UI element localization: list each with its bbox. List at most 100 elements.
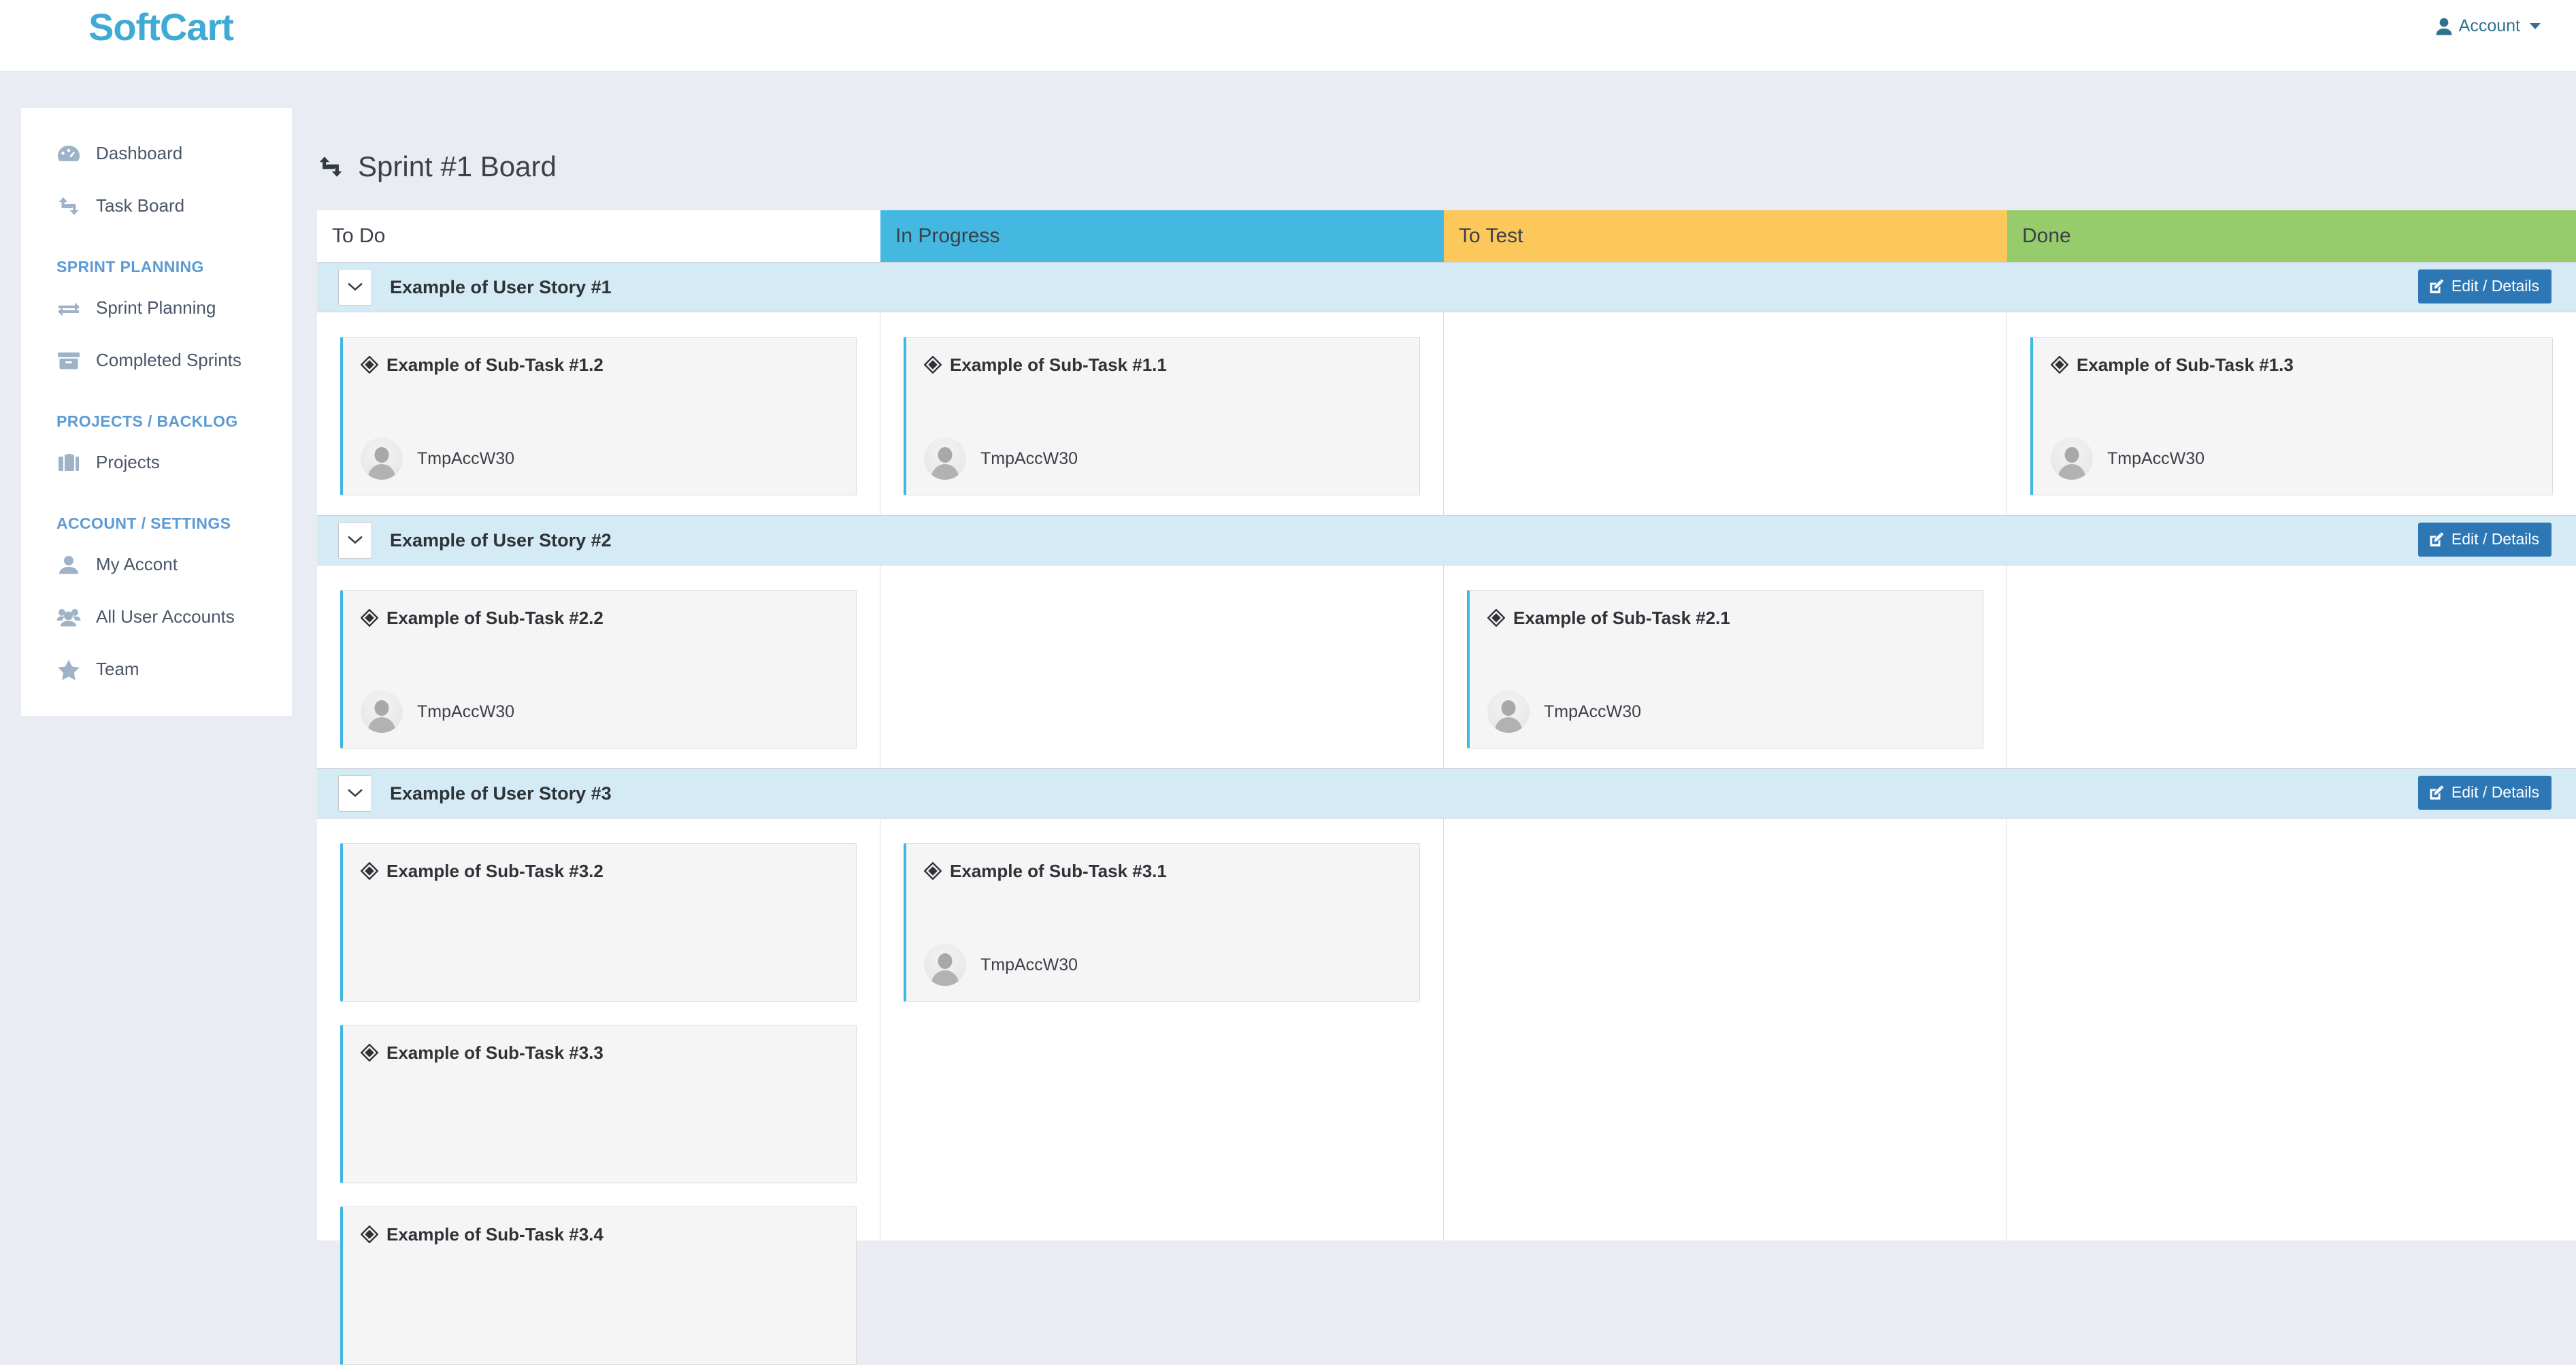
task-card[interactable]: Example of Sub-Task #3.2 [340,843,857,1002]
sidebar-item-task-board[interactable]: Task Board [21,180,292,232]
swimlane-done[interactable]: Example of Sub-Task #1.3 TmpAccW30 [2007,312,2576,515]
sidebar-section-title: ACCOUNT / SETTINGS [56,514,231,532]
swimlane-in-progress[interactable]: Example of Sub-Task #1.1 TmpAccW30 [880,312,1444,515]
task-card[interactable]: Example of Sub-Task #1.1 TmpAccW30 [904,337,1420,495]
swimlane-to-test[interactable] [1444,312,2007,515]
sidebar-item-completed-sprints[interactable]: Completed Sprints [21,334,292,387]
task-card[interactable]: Example of Sub-Task #3.3 [340,1025,857,1183]
pencil-square-icon [2429,785,2444,800]
tag-icon [2051,356,2068,374]
account-label: Account [2458,16,2520,35]
sidebar: Dashboard Task Board SPRINT PLANNING Spr… [21,108,292,716]
column-header-todo[interactable]: To Do [317,210,880,262]
task-card-title: Example of Sub-Task #3.1 [924,861,1402,881]
task-card-title: Example of Sub-Task #3.2 [361,861,838,881]
sidebar-item-label: Dashboard [96,143,183,163]
task-card[interactable]: Example of Sub-Task #2.2 TmpAccW30 [340,590,857,749]
edit-details-label: Edit / Details [2451,530,2539,548]
card-spacer [2051,375,2534,438]
card-spacer [924,881,1402,944]
task-card-title: Example of Sub-Task #2.1 [1487,608,1965,628]
story-title: Example of User Story #3 [390,783,612,804]
sidebar-item-dashboard[interactable]: Dashboard [21,127,292,180]
user-icon [2436,18,2452,35]
task-card-title: Example of Sub-Task #3.4 [361,1225,838,1245]
collapse-toggle-button[interactable] [338,775,372,812]
sidebar-item-all-user-accounts[interactable]: All User Accounts [21,591,292,643]
edit-details-button[interactable]: Edit / Details [2417,776,2552,810]
task-card[interactable]: Example of Sub-Task #1.3 TmpAccW30 [2030,337,2553,495]
avatar [2051,438,2093,480]
page-title-text: Sprint #1 Board [358,150,557,182]
sidebar-item-label: Task Board [96,195,185,216]
tag-icon [361,862,378,881]
story-header: Example of User Story #2 Edit / Details [317,515,2576,565]
account-menu[interactable]: Account [2436,16,2541,36]
column-header-to-test[interactable]: To Test [1444,210,2007,262]
pencil-square-icon [2429,279,2444,294]
sidebar-item-my-account[interactable]: My Accont [21,538,292,591]
edit-details-label: Edit / Details [2451,783,2539,801]
pencil-square-icon [2429,532,2444,547]
card-spacer [1487,628,1965,691]
task-card-title: Example of Sub-Task #3.3 [361,1043,838,1063]
collapse-toggle-button[interactable] [338,522,372,559]
avatar [1487,691,1530,733]
task-assignee: TmpAccW30 [924,438,1402,480]
swimlane-to-test[interactable]: Example of Sub-Task #2.1 TmpAccW30 [1444,565,2007,768]
sidebar-item-label: My Accont [96,554,178,574]
task-card[interactable]: Example of Sub-Task #3.4 [340,1206,857,1365]
swimlane-todo[interactable]: Example of Sub-Task #2.2 TmpAccW30 [317,565,880,768]
sidebar-item-label: Completed Sprints [96,350,242,370]
brand-logo[interactable]: SoftCart [88,5,234,49]
column-header-in-progress[interactable]: In Progress [880,210,1444,262]
edit-details-button[interactable]: Edit / Details [2417,269,2552,303]
task-card[interactable]: Example of Sub-Task #2.1 TmpAccW30 [1467,590,1983,749]
swimlane-done[interactable] [2007,565,2576,768]
collapse-toggle-button[interactable] [338,269,372,306]
edit-details-label: Edit / Details [2451,277,2539,295]
story-title: Example of User Story #2 [390,529,612,550]
task-assignee: TmpAccW30 [361,691,838,733]
sidebar-section-title: PROJECTS / BACKLOG [56,412,238,430]
swimlane-todo[interactable]: Example of Sub-Task #1.2 TmpAccW30 [317,312,880,515]
dashboard-icon [56,144,81,164]
chevron-down-icon [2530,23,2541,29]
users-icon [56,608,81,627]
top-bar: SoftCart Account [0,0,2576,71]
task-card[interactable]: Example of Sub-Task #1.2 TmpAccW30 [340,337,857,495]
main-content: Sprint #1 Board To Do In Progress To Tes… [317,108,2576,1365]
sidebar-item-label: Team [96,659,139,679]
story-body: Example of Sub-Task #2.2 TmpAccW30 Examp… [317,565,2576,768]
task-card[interactable]: Example of Sub-Task #3.1 TmpAccW30 [904,843,1420,1002]
story-title: Example of User Story #1 [390,276,612,297]
swimlane-in-progress[interactable]: Example of Sub-Task #3.1 TmpAccW30 [880,819,1444,1240]
tag-icon [924,356,942,374]
task-assignee: TmpAccW30 [924,944,1402,986]
tag-icon [361,356,378,374]
star-icon [56,659,81,680]
chevron-down-icon [348,536,363,545]
task-card-title: Example of Sub-Task #1.2 [361,355,838,375]
task-card-title: Example of Sub-Task #1.3 [2051,355,2534,375]
briefcase-icon [56,453,81,472]
tag-icon [361,1226,378,1244]
chevron-down-icon [348,789,363,798]
tag-icon [361,609,378,627]
swimlane-todo[interactable]: Example of Sub-Task #3.2 Example of Sub-… [317,819,880,1365]
sidebar-item-team[interactable]: Team [21,643,292,695]
sidebar-item-sprint-planning[interactable]: Sprint Planning [21,282,292,334]
avatar [924,944,966,986]
task-card-title: Example of Sub-Task #2.2 [361,608,838,628]
sidebar-item-projects[interactable]: Projects [21,436,292,489]
user-icon [56,555,81,574]
board-column-headers: To Do In Progress To Test Done [317,210,2576,262]
swimlane-in-progress[interactable] [880,565,1444,768]
avatar [361,691,403,733]
column-header-done[interactable]: Done [2007,210,2576,262]
edit-details-button[interactable]: Edit / Details [2417,523,2552,557]
swimlane-to-test[interactable] [1444,819,2007,1240]
tag-icon [361,1044,378,1062]
sidebar-item-label: All User Accounts [96,606,235,627]
swimlane-done[interactable] [2007,819,2576,1240]
